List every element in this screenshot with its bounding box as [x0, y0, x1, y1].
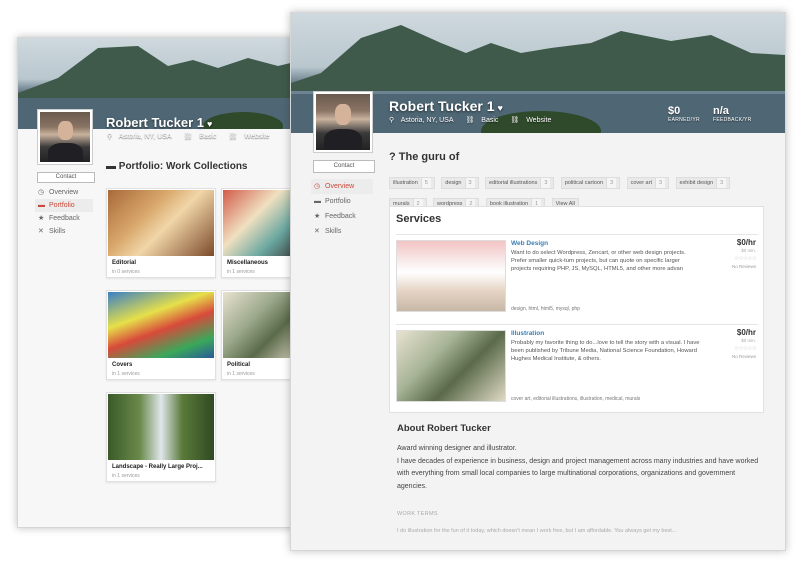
- portfolio-card-landscape[interactable]: Landscape - Really Large Proj... in 1 se…: [106, 392, 216, 482]
- sidebar-item-skills[interactable]: ✕ Skills: [35, 225, 93, 238]
- sidebar-item-overview[interactable]: ◷ Overview: [35, 186, 93, 199]
- avatar[interactable]: [313, 91, 373, 153]
- sidebar-item-overview[interactable]: ◷ Overview: [311, 179, 373, 194]
- sidebar-item-feedback[interactable]: ★ Feedback: [311, 209, 373, 224]
- service-min: $0 min.: [741, 248, 756, 253]
- review-count: No Reviews: [731, 354, 756, 359]
- clock-icon: ◷: [38, 189, 45, 196]
- service-item-web-design[interactable]: Web Design Want to do select Wordpress, …: [396, 234, 758, 315]
- location-text: ⚲ Astoria, NY, USA: [389, 117, 454, 124]
- service-thumbnail: [396, 330, 506, 402]
- about-title: About Robert Tucker: [397, 423, 491, 434]
- portfolio-thumbnail: [108, 394, 214, 460]
- star-icon: ★: [314, 213, 321, 220]
- rating-stars-icon: ☆☆☆☆☆: [734, 256, 757, 262]
- briefcase-icon: ▬: [106, 161, 116, 172]
- profile-name: Robert Tucker 1 ♥: [389, 98, 503, 114]
- contact-button[interactable]: Contact: [313, 160, 375, 173]
- clock-icon: ◷: [314, 183, 321, 190]
- work-terms-label: WORK TERMS: [397, 511, 438, 517]
- star-icon: ★: [38, 215, 45, 222]
- skill-tag[interactable]: design 3: [441, 177, 479, 189]
- plan-link[interactable]: ⛓ Basic: [465, 117, 503, 124]
- website-link[interactable]: ⛓ Website: [228, 133, 274, 140]
- portfolio-card-covers[interactable]: Covers in 1 services: [106, 290, 216, 380]
- location-text: ⚲ Astoria, NY, USA: [107, 133, 172, 140]
- services-title: Services: [396, 213, 442, 225]
- sidebar-item-skills[interactable]: ✕ Skills: [311, 224, 373, 239]
- link-icon: ⛓: [228, 133, 238, 140]
- question-icon: ?: [389, 151, 396, 163]
- skill-tag[interactable]: exhibit design 3: [675, 177, 731, 189]
- sidebar-nav: ◷ Overview ▬ Portfolio ★ Feedback ✕ Skills: [35, 186, 93, 238]
- service-tags: cover art, editorial illustrations, illu…: [511, 396, 641, 402]
- sidebar-item-feedback[interactable]: ★ Feedback: [35, 212, 93, 225]
- heart-icon[interactable]: ♥: [498, 103, 503, 113]
- pin-icon: ⚲: [107, 133, 113, 140]
- plan-link[interactable]: ⛓ Basic: [183, 133, 221, 140]
- portfolio-title: ▬ Portfolio: Work Collections: [106, 161, 248, 172]
- sidebar-nav: ◷ Overview ▬ Portfolio ★ Feedback ✕ Skills: [311, 179, 373, 239]
- services-panel: Services Web Design Want to do select Wo…: [389, 206, 764, 413]
- skill-tag[interactable]: cover art 3: [626, 177, 670, 189]
- service-price: $0/hr: [736, 328, 756, 337]
- tools-icon: ✕: [314, 228, 320, 235]
- service-price: $0/hr: [736, 238, 756, 247]
- service-item-illustration[interactable]: Illustration Probably my favorite thing …: [396, 324, 758, 405]
- rating-stars-icon: ☆☆☆☆☆: [734, 346, 757, 352]
- work-terms-text: I do illustration for the fun of it toda…: [397, 528, 677, 534]
- feedback-stat: n/a FEEDBACK/YR: [713, 105, 752, 123]
- profile-meta: ⚲ Astoria, NY, USA ⛓ Basic ⛓ Website: [107, 132, 279, 140]
- briefcase-icon: ▬: [314, 198, 321, 205]
- service-title-link[interactable]: Illustration: [511, 330, 544, 337]
- skill-tag[interactable]: illustration 5: [389, 177, 435, 189]
- pin-icon: ⚲: [389, 117, 395, 124]
- service-description: Want to do select Wordpress, Zencart, or…: [511, 250, 686, 272]
- earned-stat: $0 EARNED/YR: [668, 105, 700, 123]
- portfolio-window: Robert Tucker 1 ♥ ⚲ Astoria, NY, USA ⛓ Ba…: [17, 37, 304, 528]
- service-min: $0 min.: [741, 338, 756, 343]
- portfolio-thumbnail: [108, 190, 214, 256]
- service-tags: design, html, html5, mysql, php: [511, 306, 580, 312]
- portfolio-card-editorial[interactable]: Editorial in 0 services: [106, 188, 216, 278]
- sidebar-item-portfolio[interactable]: ▬ Portfolio: [35, 199, 93, 212]
- skill-tag[interactable]: editorial illustrations 3: [485, 177, 555, 189]
- service-title-link[interactable]: Web Design: [511, 240, 548, 247]
- about-text: Award winning designer and illustrator. …: [397, 445, 759, 490]
- website-link[interactable]: ⛓ Website: [510, 117, 556, 124]
- avatar[interactable]: [37, 109, 93, 165]
- skill-tag[interactable]: political cartoon 3: [560, 177, 621, 189]
- portfolio-thumbnail: [108, 292, 214, 358]
- profile-name: Robert Tucker 1 ♥: [106, 115, 213, 130]
- link-icon: ⛓: [465, 117, 475, 124]
- guru-title: ? The guru of: [389, 151, 460, 163]
- overview-window: Robert Tucker 1 ♥ ⚲ Astoria, NY, USA ⛓ Ba…: [290, 12, 786, 551]
- service-thumbnail: [396, 240, 506, 312]
- link-icon: ⛓: [510, 117, 520, 124]
- review-count: No Reviews: [731, 264, 756, 269]
- tools-icon: ✕: [38, 228, 44, 235]
- briefcase-icon: ▬: [38, 202, 45, 209]
- heart-icon[interactable]: ♥: [207, 119, 212, 129]
- contact-button[interactable]: Contact: [37, 172, 95, 183]
- service-description: Probably my favorite thing to do...love …: [511, 340, 700, 362]
- sidebar-item-portfolio[interactable]: ▬ Portfolio: [311, 194, 373, 209]
- profile-meta: ⚲ Astoria, NY, USA ⛓ Basic ⛓ Website: [389, 116, 561, 124]
- link-icon: ⛓: [183, 133, 193, 140]
